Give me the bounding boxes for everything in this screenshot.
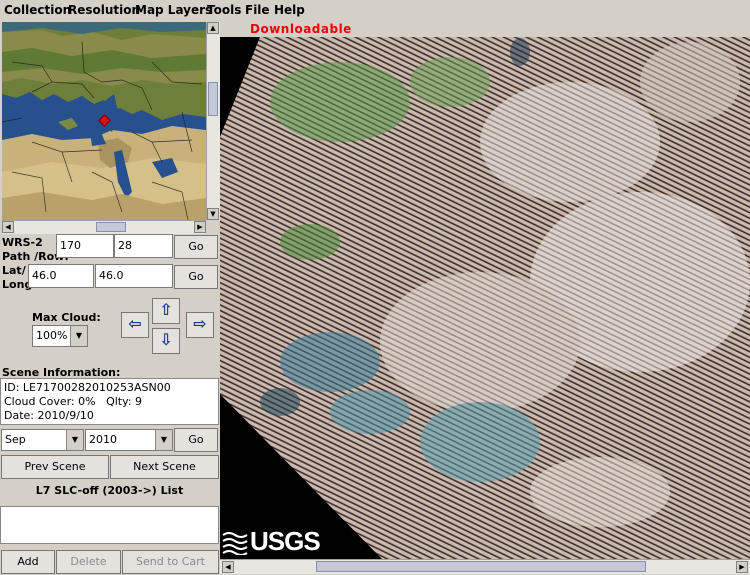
overview-map[interactable] <box>2 22 206 220</box>
scroll-right-icon[interactable]: ▶ <box>194 221 206 233</box>
scene-id: ID: LE71700282010253ASN00 <box>4 381 171 394</box>
max-cloud-label: Max Cloud: <box>32 311 101 324</box>
path-row-go-button[interactable]: Go <box>174 235 218 259</box>
menu-help[interactable]: Help <box>274 3 305 17</box>
menu-tools[interactable]: Tools <box>207 3 241 17</box>
add-button[interactable]: Add <box>1 550 55 574</box>
scene-list-title: L7 SLC-off (2003->) List <box>35 484 184 497</box>
scene-scroll-thumb[interactable] <box>316 561 646 572</box>
status-bar: Downloadable <box>220 22 750 37</box>
menu-bar: Collection Resolution Map Layers Tools F… <box>0 0 750 22</box>
year-select[interactable]: 2010 ▼ <box>85 429 173 451</box>
usgs-logo: USGS <box>222 526 334 557</box>
arrow-down-icon[interactable]: ⇩ <box>152 328 180 354</box>
scene-horizontal-scrollbar[interactable]: ◀ ▶ <box>220 559 750 574</box>
satellite-scene-image <box>220 22 750 559</box>
scroll-left-icon[interactable]: ◀ <box>222 561 234 573</box>
menu-resolution[interactable]: Resolution <box>68 3 140 17</box>
scene-info-box: ID: LE71700282010253ASN00 Cloud Cover: 0… <box>0 378 219 425</box>
max-cloud-select[interactable]: 100% ▼ <box>32 325 88 347</box>
usgs-logo-text: USGS <box>250 526 321 556</box>
vertical-scroll-thumb[interactable] <box>208 82 218 116</box>
arrow-up-icon[interactable]: ⇧ <box>152 298 180 324</box>
wrs-label: WRS-2 <box>2 236 43 249</box>
year-value: 2010 <box>89 433 117 446</box>
scene-quality: Qlty: 9 <box>106 395 143 408</box>
scene-viewer[interactable] <box>220 22 750 559</box>
control-panel: ▲ ▼ ◀ ▶ WRS-2 Path /Row: 170 28 Go Lat/ … <box>0 22 220 575</box>
lat-long-go-button[interactable]: Go <box>174 265 218 289</box>
longitude-input[interactable]: 46.0 <box>95 264 173 288</box>
delete-button[interactable]: Delete <box>56 550 121 574</box>
arrow-right-icon[interactable]: ⇨ <box>186 312 214 338</box>
overview-vertical-scrollbar[interactable]: ▲ ▼ <box>206 22 220 220</box>
latitude-input[interactable]: 46.0 <box>28 264 94 288</box>
usgs-wave-icon <box>222 529 248 555</box>
scene-cloud-cover: Cloud Cover: 0% <box>4 395 96 408</box>
next-scene-button[interactable]: Next Scene <box>110 455 219 479</box>
send-to-cart-button[interactable]: Send to Cart <box>122 550 219 574</box>
overview-horizontal-scrollbar[interactable]: ◀ ▶ <box>2 220 206 234</box>
max-cloud-value: 100% <box>36 329 68 342</box>
menu-collection[interactable]: Collection <box>4 3 71 17</box>
chevron-down-icon[interactable]: ▼ <box>70 326 87 346</box>
scene-list[interactable] <box>0 506 219 544</box>
chevron-down-icon[interactable]: ▼ <box>66 430 83 450</box>
menu-map-layers[interactable]: Map Layers <box>135 3 212 17</box>
path-input[interactable]: 170 <box>56 234 114 258</box>
arrow-left-icon[interactable]: ⇦ <box>121 312 149 338</box>
scroll-down-icon[interactable]: ▼ <box>207 208 219 220</box>
chevron-down-icon[interactable]: ▼ <box>155 430 172 450</box>
scroll-right-icon[interactable]: ▶ <box>736 561 748 573</box>
scroll-left-icon[interactable]: ◀ <box>2 221 14 233</box>
horizontal-scroll-thumb[interactable] <box>96 222 126 232</box>
lat-label: Lat/ <box>2 264 26 277</box>
menu-file[interactable]: File <box>245 3 270 17</box>
month-select[interactable]: Sep ▼ <box>1 429 84 451</box>
date-go-button[interactable]: Go <box>174 428 218 452</box>
scroll-up-icon[interactable]: ▲ <box>207 22 219 34</box>
scene-date: Date: 2010/9/10 <box>4 409 94 422</box>
prev-scene-button[interactable]: Prev Scene <box>1 455 109 479</box>
month-value: Sep <box>5 433 26 446</box>
download-status-text: Downloadable <box>250 22 352 36</box>
scene-cloud-quality: Cloud Cover: 0% Qlty: 9 <box>4 395 215 409</box>
row-input[interactable]: 28 <box>114 234 173 258</box>
